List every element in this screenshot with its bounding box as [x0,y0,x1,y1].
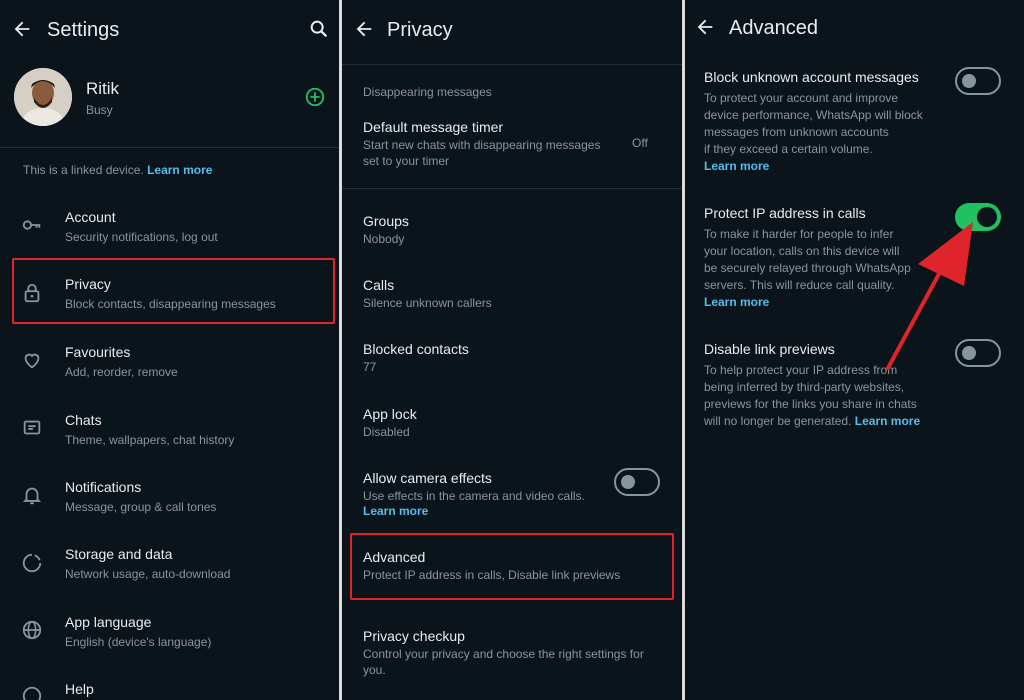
settings-item-account[interactable]: Account Security notifications, log out [0,200,339,256]
advanced-screen: Advanced Block unknown account messages … [685,0,1024,700]
globe-icon [22,620,42,640]
add-circle-icon[interactable] [304,86,326,108]
back-arrow-icon[interactable] [11,18,33,40]
settings-item-title: Account [65,209,116,225]
checkup-title: Privacy checkup [363,628,465,644]
red-arrow-annotation [886,222,973,370]
storage-circle-icon [22,553,42,573]
settings-item-title: Favourites [65,344,131,360]
page-title: Privacy [387,19,453,41]
privacy-item-subtitle: Silence unknown callers [363,296,492,310]
camera-effects-toggle[interactable] [614,468,660,496]
profile-status: Busy [86,103,113,117]
section-header: Disappearing messages [363,85,492,99]
privacy-highlight-box [12,258,335,324]
settings-item-subtitle: Network usage, auto-download [65,567,231,581]
settings-item-subtitle: Add, reorder, remove [65,365,178,379]
settings-item-title: Chats [65,412,102,428]
camera-effects-title: Allow camera effects [363,470,492,486]
privacy-item-groups[interactable]: Groups Nobody [342,206,682,256]
settings-item-subtitle: Theme, wallpapers, chat history [65,433,235,447]
chat-icon [23,420,41,435]
privacy-item-subtitle: Nobody [363,232,405,246]
privacy-item-calls[interactable]: Calls Silence unknown callers [342,270,682,320]
linked-device-note: This is a linked device. Learn more [23,163,213,177]
profile-name: Ritik [86,79,120,98]
profile-photo-icon [14,68,72,126]
privacy-item-subtitle: Disabled [363,425,410,439]
settings-item-title: Storage and data [65,546,173,562]
learn-more-link[interactable]: Learn more [147,163,212,177]
learn-more-link[interactable]: Learn more [363,503,428,520]
checkup-subtitle-line2: you. [363,663,386,677]
privacy-screen: Privacy Disappearing messages Default me… [342,0,682,700]
help-icon [22,686,42,700]
settings-item-notifications[interactable]: Notifications Message, group & call tone… [0,470,339,526]
search-icon[interactable] [308,18,330,40]
advanced-highlight-box [350,533,674,600]
avatar[interactable] [14,68,72,126]
page-title: Settings [47,19,120,41]
back-arrow-icon[interactable] [353,18,375,40]
privacy-item-subtitle: 77 [363,360,377,374]
toggle-knob [621,475,635,489]
settings-item-title: App language [65,614,152,630]
key-icon [22,220,41,230]
privacy-item-title: App lock [363,406,417,422]
checkup-subtitle-line1: Control your privacy and choose the righ… [363,647,644,661]
default-message-timer[interactable]: Default message timer Start new chats wi… [342,112,682,174]
timer-value: Off [632,136,648,150]
privacy-item-title: Groups [363,213,409,229]
bell-icon [22,487,42,505]
privacy-item-title: Blocked contacts [363,341,469,357]
heart-icon [24,353,40,369]
settings-item-title: Notifications [65,479,142,495]
settings-screen: Settings Ritik Busy This is a linked dev… [0,0,339,700]
privacy-checkup[interactable]: Privacy checkup Control your privacy and… [342,620,682,682]
timer-subtitle-line2: set to your timer [363,154,450,168]
settings-item-app-language[interactable]: App language English (device's language) [0,605,339,661]
settings-item-help[interactable]: Help [0,672,339,700]
timer-subtitle-line1: Start new chats with disappearing messag… [363,138,601,152]
settings-item-title: Help [65,681,94,697]
timer-title: Default message timer [363,119,504,135]
settings-item-subtitle: Security notifications, log out [65,230,218,244]
settings-item-subtitle: Message, group & call tones [65,500,217,514]
settings-item-favourites[interactable]: Favourites Add, reorder, remove [0,335,339,391]
settings-item-storage[interactable]: Storage and data Network usage, auto-dow… [0,538,339,594]
settings-item-chats[interactable]: Chats Theme, wallpapers, chat history [0,403,339,459]
allow-camera-effects[interactable]: Allow camera effects Use effects in the … [342,463,682,525]
privacy-item-app-lock[interactable]: App lock Disabled [342,399,682,449]
privacy-item-blocked-contacts[interactable]: Blocked contacts 77 [342,334,682,384]
privacy-item-title: Calls [363,277,395,293]
settings-item-subtitle: English (device's language) [65,635,212,649]
